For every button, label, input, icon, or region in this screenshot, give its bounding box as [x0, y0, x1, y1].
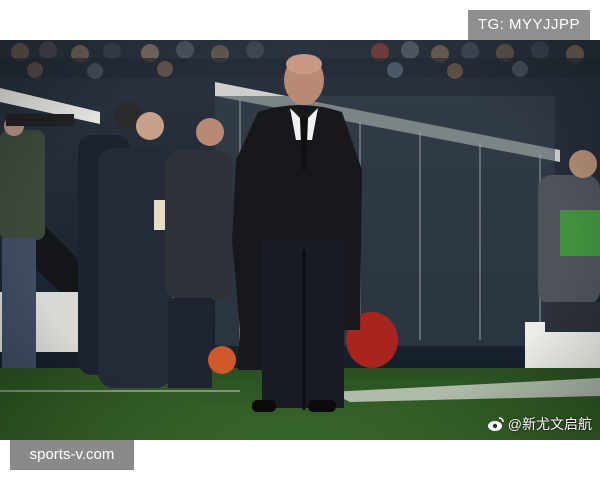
- site-watermark: sports-v.com: [10, 440, 134, 470]
- weibo-handle: @新尤文启航: [507, 416, 592, 432]
- weibo-icon: [487, 415, 505, 433]
- telegram-watermark: TG: MYYJJPP: [467, 10, 590, 40]
- weibo-watermark: @新尤文启航: [487, 414, 592, 434]
- match-photo: [0, 40, 600, 440]
